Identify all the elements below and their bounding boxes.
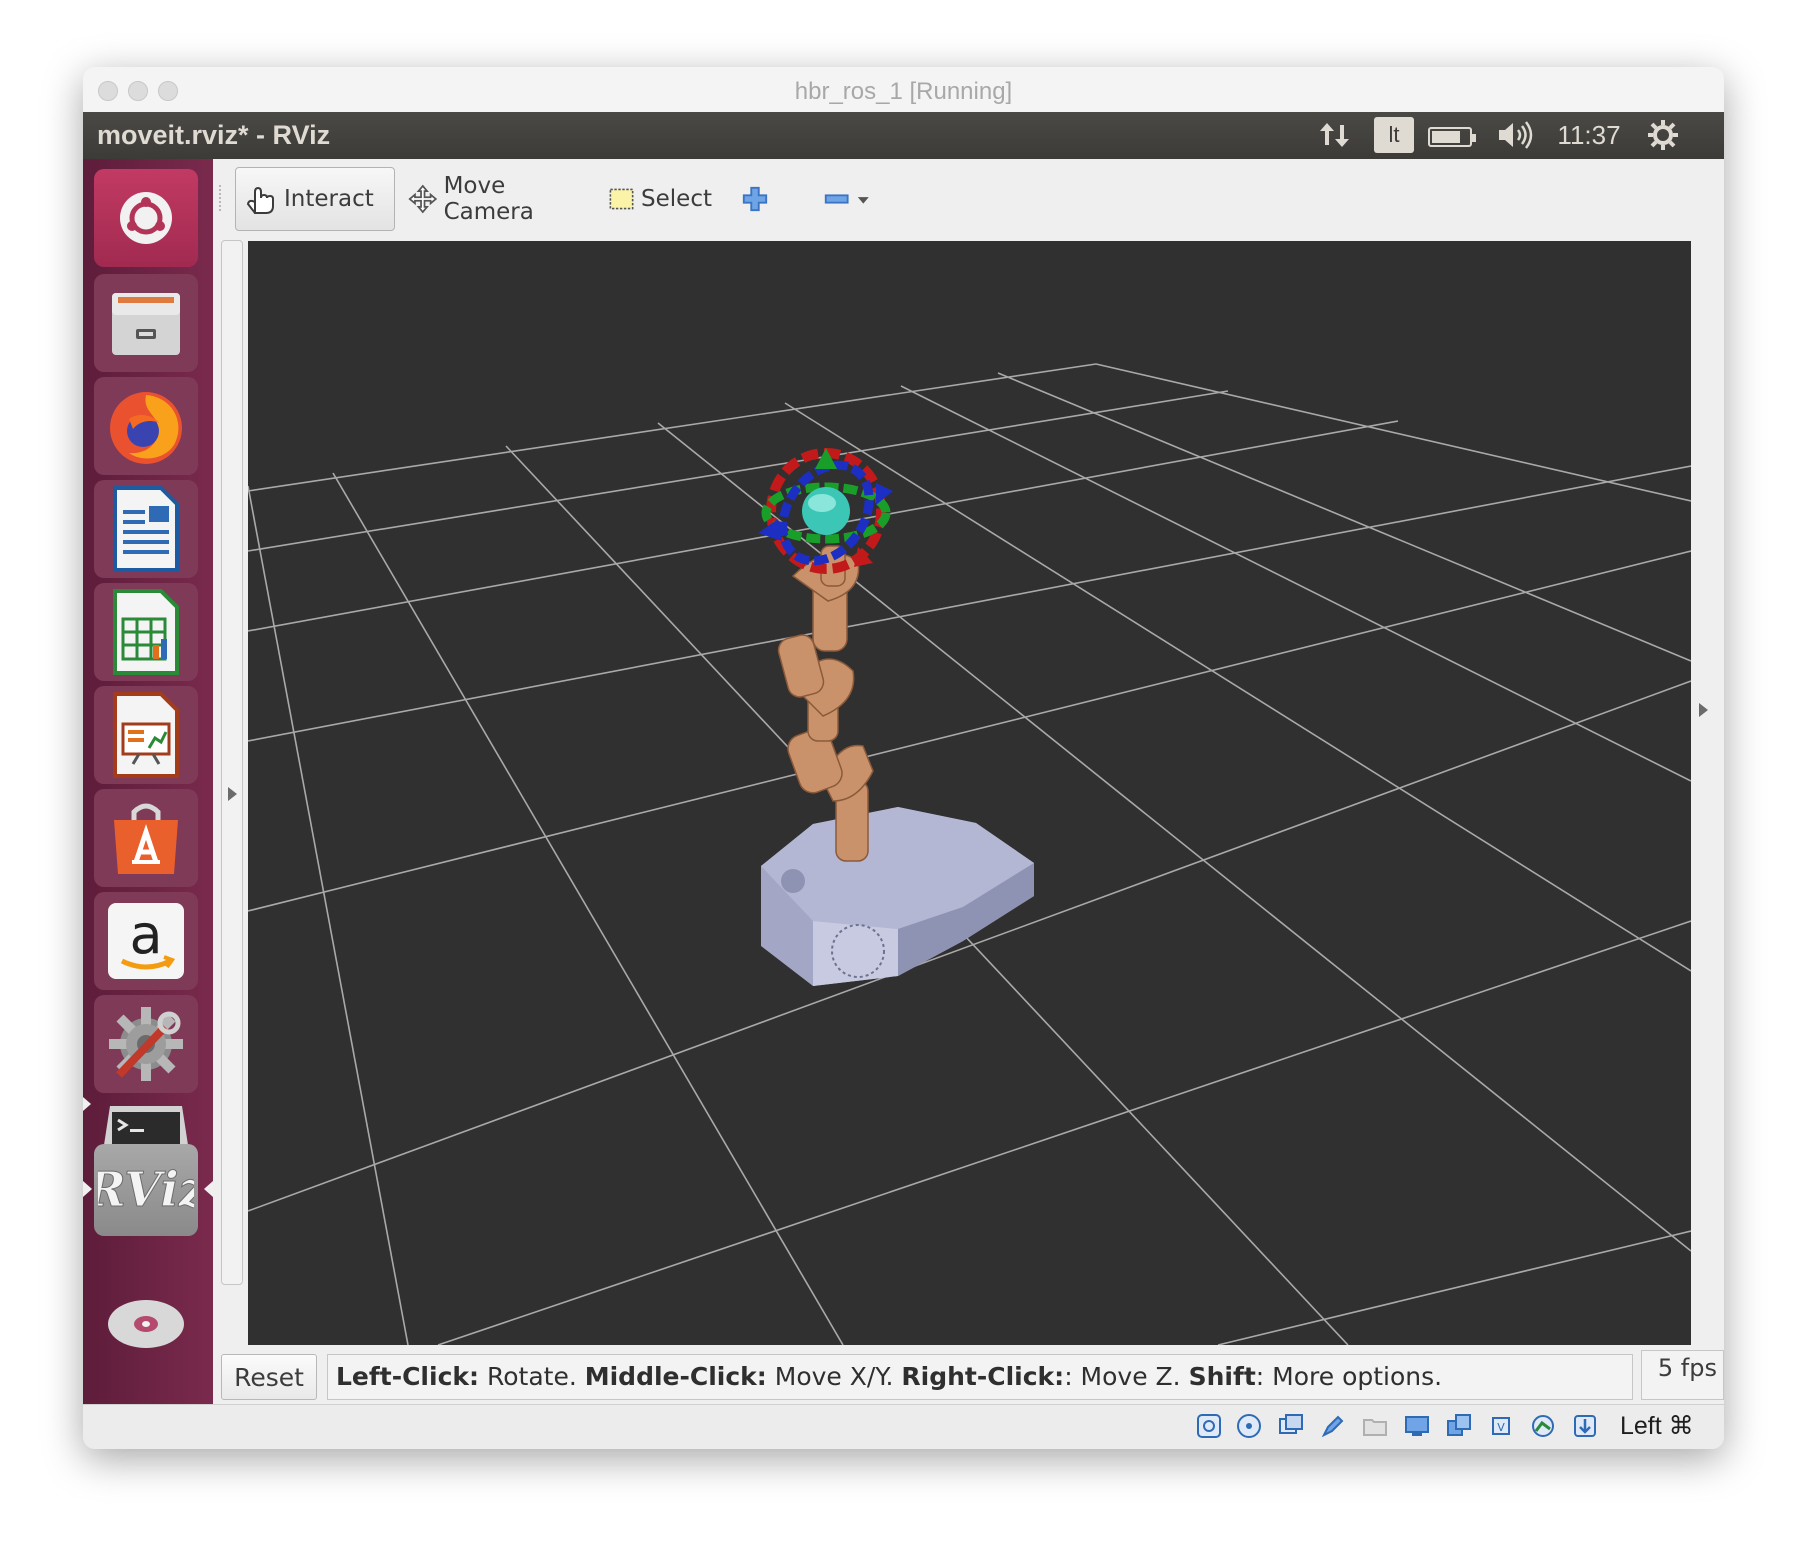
help-middle-click-key: Middle-Click:: [584, 1362, 767, 1391]
tool-move-camera-button[interactable]: Move Camera: [400, 167, 590, 231]
active-app-indicator: [83, 1181, 92, 1197]
help-move-z-text: : Move Z.: [1064, 1362, 1189, 1391]
dvd-icon: [108, 1300, 184, 1348]
rviz-status-bar: Reset Left-Click: Rotate. Middle-Click: …: [213, 1348, 1724, 1404]
virtualbox-status-bar: V Left ⌘: [83, 1404, 1724, 1449]
help-right-click-key: Right-Click:: [901, 1362, 1065, 1391]
launcher-item-dvd[interactable]: [94, 1271, 198, 1369]
mouse-help-text: Left-Click: Rotate. Middle-Click: Move X…: [327, 1354, 1633, 1400]
robot-base: [761, 807, 1034, 986]
files-icon: [112, 293, 180, 355]
shared-folder-icon[interactable]: [1362, 1413, 1388, 1439]
launcher-item-calc[interactable]: [94, 583, 198, 681]
tool-select-button[interactable]: Select: [600, 167, 720, 231]
launcher-item-impress[interactable]: [94, 686, 198, 784]
reset-button[interactable]: Reset: [221, 1354, 317, 1400]
host-key-label: Left ⌘: [1620, 1412, 1694, 1440]
running-app-indicator: [83, 1097, 91, 1111]
ubuntu-dash-icon: [120, 192, 172, 244]
svg-text:RViz: RViz: [98, 1162, 194, 1218]
launcher-item-rviz[interactable]: RViz: [94, 1144, 198, 1236]
launcher-item-amazon[interactable]: a: [94, 892, 198, 990]
svg-text:V: V: [1497, 1421, 1505, 1434]
tool-interact-label: Interact: [284, 186, 374, 212]
chevron-down-icon: [858, 197, 870, 204]
3d-viewport[interactable]: [248, 241, 1691, 1345]
3d-scene: [248, 363, 1691, 1345]
system-gear-icon[interactable]: [1643, 119, 1683, 151]
libreoffice-writer-icon: [113, 486, 179, 572]
remove-tool-button[interactable]: [815, 167, 885, 231]
tool-select-label: Select: [641, 186, 712, 212]
launcher-item-files[interactable]: [94, 274, 198, 372]
launcher-item-settings[interactable]: [94, 995, 198, 1093]
rviz-main: Interact Move Camera Select Reset Left-C…: [213, 159, 1724, 1404]
hard-disk-icon[interactable]: [1196, 1413, 1222, 1439]
virtualbox-window: hbr_ros_1 [Running] moveit.rviz* - RViz …: [83, 67, 1724, 1449]
move-arrows-icon: [408, 184, 438, 214]
toolbar-grip[interactable]: [219, 185, 225, 211]
hand-pointer-icon: [246, 186, 274, 214]
usb-pen-icon[interactable]: [1320, 1413, 1346, 1439]
cpu-icon[interactable]: V: [1488, 1413, 1514, 1439]
expand-right-arrow-icon[interactable]: [1699, 703, 1708, 717]
battery-icon[interactable]: [1428, 127, 1476, 147]
software-center-icon: [114, 803, 178, 874]
minus-icon: [824, 194, 849, 204]
plus-icon: [742, 186, 768, 212]
help-left-click-key: Left-Click:: [336, 1362, 480, 1391]
video-capture-icon[interactable]: [1446, 1413, 1472, 1439]
left-dock-collapse-bar[interactable]: [221, 240, 243, 1285]
svg-text:a: a: [129, 903, 162, 966]
guest-additions-icon[interactable]: [1530, 1413, 1556, 1439]
tool-move-camera-label: Move Camera: [443, 173, 534, 225]
display-icon[interactable]: [1404, 1413, 1430, 1439]
amazon-icon: a: [108, 903, 184, 979]
help-rotate-text: Rotate.: [479, 1362, 585, 1391]
system-settings-icon: [109, 1007, 183, 1081]
help-more-text: : More options.: [1255, 1362, 1443, 1391]
help-move-xy-text: Move X/Y.: [766, 1362, 902, 1391]
add-tool-button[interactable]: [733, 167, 783, 231]
launcher-item-software[interactable]: [94, 789, 198, 887]
focused-app-indicator: [204, 1181, 213, 1197]
expand-left-arrow-icon: [228, 787, 237, 801]
launcher-item-writer[interactable]: [94, 480, 198, 578]
mac-titlebar[interactable]: hbr_ros_1 [Running]: [83, 67, 1724, 113]
libreoffice-calc-icon: [113, 589, 179, 675]
robot-arm: [777, 545, 874, 862]
unity-launcher: a Vi: [83, 159, 213, 1404]
ubuntu-top-panel: moveit.rviz* - RViz lt 11:37: [83, 112, 1724, 159]
firefox-icon: [110, 392, 182, 464]
volume-icon[interactable]: [1496, 119, 1536, 151]
tool-interact-button[interactable]: Interact: [235, 167, 395, 231]
vm-window-title: hbr_ros_1 [Running]: [794, 78, 1013, 105]
fps-display: 5 fps: [1641, 1350, 1724, 1400]
panel-clock[interactable]: 11:37: [1553, 119, 1625, 151]
network-adapter-icon[interactable]: [1278, 1413, 1304, 1439]
launcher-item-dash[interactable]: [94, 169, 198, 267]
select-rectangle-icon: [609, 188, 634, 210]
rviz-icon: RViz: [98, 1162, 194, 1219]
active-app-title: moveit.rviz* - RViz: [97, 120, 331, 150]
optical-drive-icon[interactable]: [1236, 1413, 1262, 1439]
keyboard-layout-indicator[interactable]: lt: [1374, 117, 1414, 153]
libreoffice-impress-icon: [113, 692, 179, 778]
network-indicator-icon[interactable]: [1315, 119, 1355, 151]
launcher-item-firefox[interactable]: [94, 377, 198, 475]
tools-toolbar: Interact Move Camera Select: [213, 159, 1724, 235]
interactive-marker[interactable]: [758, 448, 893, 577]
mouse-integration-icon[interactable]: [1572, 1413, 1598, 1439]
help-shift-key: Shift: [1188, 1362, 1256, 1391]
